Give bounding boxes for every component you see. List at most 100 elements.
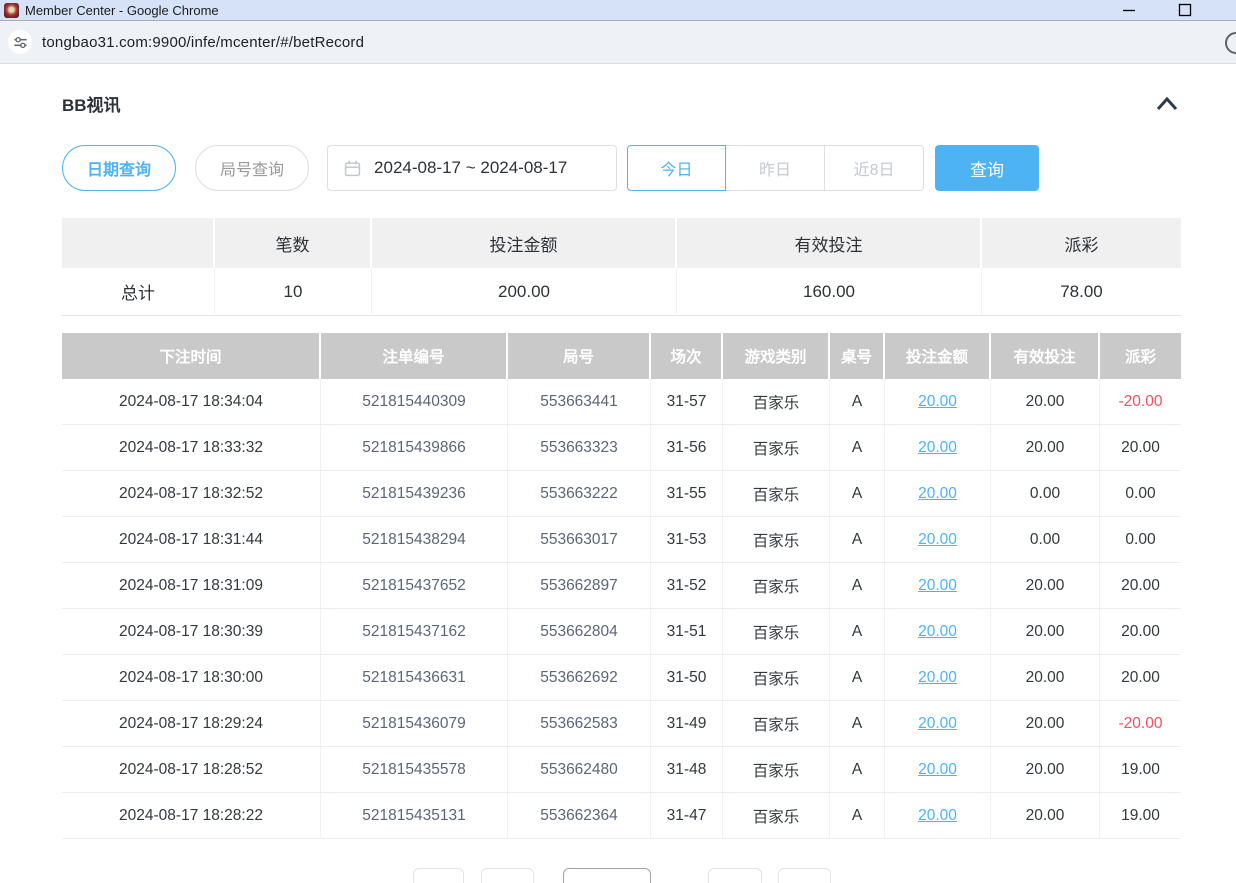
search-button[interactable]: 查询 (935, 145, 1039, 191)
payout-cell: 19.00 (1100, 747, 1181, 793)
table-number-cell: A (830, 517, 885, 563)
bet-time-cell: 2024-08-17 18:32:52 (62, 471, 321, 517)
bet-amount-link[interactable]: 20.00 (885, 609, 991, 655)
session-cell: 31-55 (651, 471, 723, 517)
browser-action-icon[interactable] (1225, 32, 1236, 54)
col-header-session: 场次 (651, 333, 723, 379)
col-header-round-number: 局号 (508, 333, 651, 379)
payout-cell: -20.00 (1100, 379, 1181, 425)
table-number-cell: A (830, 701, 885, 747)
bet-time-cell: 2024-08-17 18:31:44 (62, 517, 321, 563)
bet-amount-link[interactable]: 20.00 (885, 701, 991, 747)
calendar-icon (344, 160, 361, 177)
bet-record-row: 2024-08-17 18:31:44 521815438294 5536630… (62, 517, 1181, 563)
bet-table-header-row: 下注时间 注单编号 局号 场次 游戏类别 桌号 投注金额 有效投注 派彩 (62, 333, 1181, 379)
maximize-button[interactable] (1168, 0, 1202, 20)
valid-bet-cell: 0.00 (991, 517, 1100, 563)
order-number-cell: 521815437162 (321, 609, 508, 655)
round-number-cell: 553663222 (508, 471, 651, 517)
valid-bet-cell: 0.00 (991, 471, 1100, 517)
date-range-input[interactable]: 2024-08-17 ~ 2024-08-17 (327, 145, 617, 191)
bet-record-page: BB视讯 日期查询 局号查询 2024-08-17 ~ 2024-08-17 今… (0, 91, 1236, 839)
col-header-payout: 派彩 (1100, 333, 1181, 379)
bet-amount-link[interactable]: 20.00 (885, 563, 991, 609)
session-cell: 31-57 (651, 379, 723, 425)
game-type-cell: 百家乐 (723, 747, 830, 793)
bet-amount-link[interactable]: 20.00 (885, 425, 991, 471)
bet-time-cell: 2024-08-17 18:28:52 (62, 747, 321, 793)
bet-amount-link[interactable]: 20.00 (885, 379, 991, 425)
url-text[interactable]: tongbao31.com:9900/infe/mcenter/#/betRec… (42, 34, 364, 51)
pagination-prev-button[interactable] (413, 868, 464, 883)
table-number-cell: A (830, 471, 885, 517)
game-type-cell: 百家乐 (723, 609, 830, 655)
yesterday-button[interactable]: 昨日 (726, 145, 825, 191)
bet-record-row: 2024-08-17 18:28:52 521815435578 5536624… (62, 747, 1181, 793)
bet-amount-link[interactable]: 20.00 (885, 471, 991, 517)
pagination-page-button[interactable] (481, 868, 534, 883)
bet-record-row: 2024-08-17 18:30:39 521815437162 5536628… (62, 609, 1181, 655)
round-query-tab[interactable]: 局号查询 (195, 145, 309, 191)
round-number-cell: 553662692 (508, 655, 651, 701)
window-title: Member Center - Google Chrome (25, 0, 219, 21)
payout-cell: 20.00 (1100, 609, 1181, 655)
payout-cell: 20.00 (1100, 425, 1181, 471)
order-number-cell: 521815437652 (321, 563, 508, 609)
summary-bet-amount-value: 200.00 (372, 268, 677, 316)
last-8-days-button[interactable]: 近8日 (825, 145, 924, 191)
quick-date-group: 今日 昨日 近8日 (627, 145, 924, 191)
minimize-button[interactable] (1112, 0, 1146, 20)
pagination-next-button[interactable] (708, 868, 762, 883)
date-range-value: 2024-08-17 ~ 2024-08-17 (374, 158, 567, 178)
valid-bet-cell: 20.00 (991, 747, 1100, 793)
summary-table: 笔数 投注金额 有效投注 派彩 总计 10 200.00 160.00 78.0… (62, 218, 1181, 316)
game-type-cell: 百家乐 (723, 701, 830, 747)
pagination-jump-button[interactable] (778, 868, 831, 883)
order-number-cell: 521815436631 (321, 655, 508, 701)
maximize-icon (1178, 3, 1192, 17)
date-query-tab[interactable]: 日期查询 (62, 145, 176, 191)
order-number-cell: 521815438294 (321, 517, 508, 563)
page-size-select[interactable] (563, 868, 651, 883)
summary-header-payout: 派彩 (982, 218, 1181, 268)
browser-toolbar: tongbao31.com:9900/infe/mcenter/#/betRec… (0, 21, 1236, 64)
session-cell: 31-53 (651, 517, 723, 563)
round-number-cell: 553662364 (508, 793, 651, 839)
site-settings-button[interactable] (8, 30, 32, 54)
bet-amount-link[interactable]: 20.00 (885, 517, 991, 563)
minimize-icon (1122, 3, 1136, 17)
window-titlebar[interactable]: Member Center - Google Chrome (0, 0, 1236, 21)
game-type-cell: 百家乐 (723, 379, 830, 425)
bet-amount-link[interactable]: 20.00 (885, 793, 991, 839)
col-header-game-type: 游戏类别 (723, 333, 830, 379)
payout-cell: 20.00 (1100, 563, 1181, 609)
summary-valid-bet-value: 160.00 (677, 268, 982, 316)
game-type-cell: 百家乐 (723, 517, 830, 563)
table-number-cell: A (830, 793, 885, 839)
round-number-cell: 553662897 (508, 563, 651, 609)
valid-bet-cell: 20.00 (991, 655, 1100, 701)
bet-table-body: 2024-08-17 18:34:04 521815440309 5536634… (62, 379, 1181, 839)
game-type-cell: 百家乐 (723, 793, 830, 839)
round-number-cell: 553662804 (508, 609, 651, 655)
bet-time-cell: 2024-08-17 18:33:32 (62, 425, 321, 471)
game-type-cell: 百家乐 (723, 471, 830, 517)
page-title: BB视讯 (62, 91, 121, 116)
order-number-cell: 521815439866 (321, 425, 508, 471)
summary-payout-value: 78.00 (982, 268, 1181, 316)
session-cell: 31-49 (651, 701, 723, 747)
bet-time-cell: 2024-08-17 18:30:00 (62, 655, 321, 701)
summary-total-label: 总计 (62, 268, 215, 316)
bet-time-cell: 2024-08-17 18:30:39 (62, 609, 321, 655)
bet-amount-link[interactable]: 20.00 (885, 655, 991, 701)
payout-cell: 19.00 (1100, 793, 1181, 839)
chevron-up-icon (1154, 96, 1180, 112)
today-button[interactable]: 今日 (627, 145, 726, 191)
bet-record-row: 2024-08-17 18:33:32 521815439866 5536633… (62, 425, 1181, 471)
game-type-cell: 百家乐 (723, 563, 830, 609)
table-number-cell: A (830, 747, 885, 793)
summary-header-bet-amount: 投注金额 (372, 218, 677, 268)
table-number-cell: A (830, 563, 885, 609)
bet-amount-link[interactable]: 20.00 (885, 747, 991, 793)
collapse-button[interactable] (1153, 94, 1181, 114)
